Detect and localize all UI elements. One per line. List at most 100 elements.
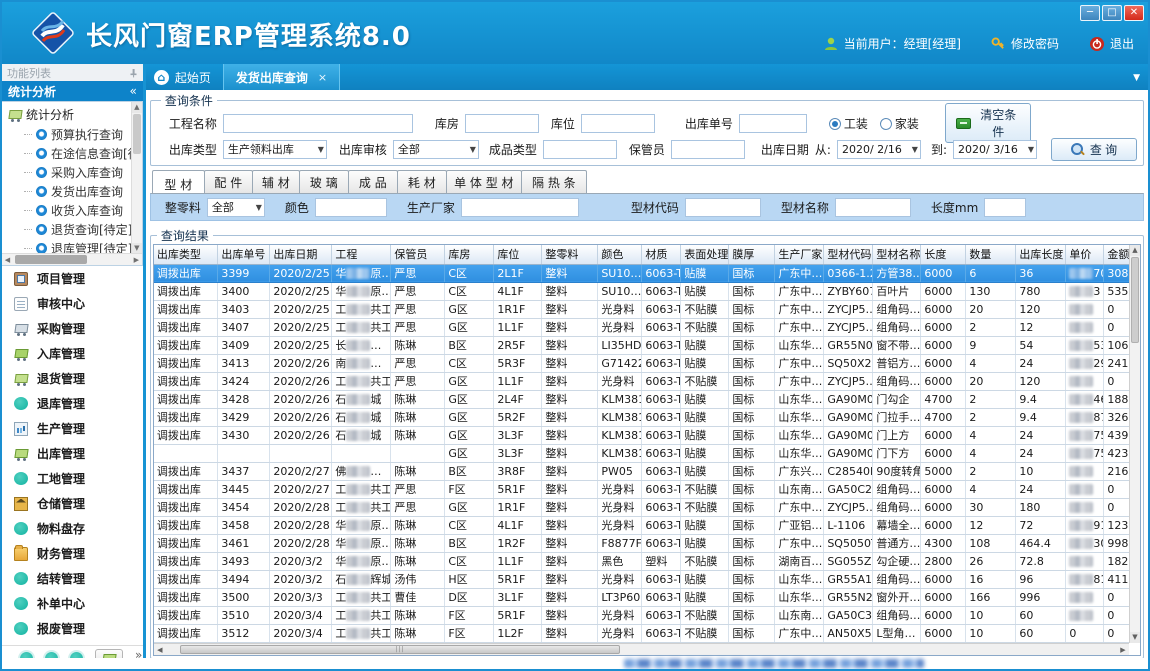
table-row[interactable]: 调拨出库34542020/2/28工共工程严思G区1R1F整料光身料6063-T… xyxy=(154,498,1134,516)
close-button[interactable]: ✕ xyxy=(1124,5,1144,21)
scroll-down-icon[interactable]: ▼ xyxy=(1130,632,1140,643)
material-tab[interactable]: 辅 材 xyxy=(252,170,300,193)
length-input[interactable] xyxy=(984,198,1026,217)
column-header[interactable]: 出库类型 xyxy=(154,245,218,264)
column-header[interactable]: 单价 xyxy=(1066,245,1104,264)
material-tab[interactable]: 成 品 xyxy=(348,170,398,193)
tab-shipping-outbound-query[interactable]: 发货出库查询 × xyxy=(223,64,340,90)
sidebar-item[interactable]: 物料盘存 xyxy=(2,516,143,541)
clear-conditions-button[interactable]: 清空条件 xyxy=(945,103,1031,143)
search-button[interactable]: 查 询 xyxy=(1051,138,1137,161)
tree-item[interactable]: 收货入库查询 xyxy=(2,201,142,220)
column-header[interactable]: 生产厂家 xyxy=(775,245,824,264)
tree-item[interactable]: 发货出库查询 xyxy=(2,182,142,201)
table-row[interactable]: 调拨出库35122020/3/4工共工程陈琳F区1L2F整料光身料6063-T5… xyxy=(154,624,1134,642)
table-row[interactable]: 调拨出库34582020/2/28华原…陈琳C区4L1F整料光身料6063-T5… xyxy=(154,516,1134,534)
whole-piece-select[interactable]: 全部▼ xyxy=(207,198,265,217)
sidebar-item[interactable]: 财务管理 xyxy=(2,541,143,566)
scroll-up-icon[interactable]: ▲ xyxy=(132,102,142,113)
tab-close-icon[interactable]: × xyxy=(318,71,327,84)
table-row[interactable]: 调拨出库34282020/2/26石城陈琳G区2L4F整料KLM38176063… xyxy=(154,390,1134,408)
sidebar-item[interactable]: 退库管理 xyxy=(2,391,143,416)
warehouse-input[interactable] xyxy=(465,114,539,133)
table-row[interactable]: 调拨出库34372020/2/27佛…陈琳B区3R8F整料PW056063-T5… xyxy=(154,462,1134,480)
tab-list-dropdown-icon[interactable]: ▼ xyxy=(1133,73,1140,83)
scroll-left-icon[interactable]: ◀ xyxy=(154,646,166,654)
scroll-left-icon[interactable]: ◀ xyxy=(2,256,13,264)
minimize-button[interactable]: ─ xyxy=(1080,5,1100,21)
sidebar-item[interactable]: 生产管理 xyxy=(2,416,143,441)
grid-vertical-scrollbar[interactable]: ▲ ▼ xyxy=(1129,245,1140,643)
logout-button[interactable]: 退出 xyxy=(1089,35,1134,52)
table-row[interactable]: 调拨出库34032020/2/25工共工程严思G区1R1F整料光身料6063-T… xyxy=(154,300,1134,318)
material-tab[interactable]: 玻 璃 xyxy=(299,170,349,193)
tree-root[interactable]: 统计分析 xyxy=(2,102,142,125)
column-header[interactable]: 工程 xyxy=(332,245,391,264)
material-tab[interactable]: 配 件 xyxy=(204,170,253,193)
keeper-input[interactable] xyxy=(671,140,745,159)
table-row[interactable]: 调拨出库35002020/3/3工共工程曹佳D区3L1F整料LT3P606063… xyxy=(154,588,1134,606)
grid-hscroll-thumb[interactable]: ||| xyxy=(180,645,620,654)
sidebar-item[interactable]: 工地管理 xyxy=(2,466,143,491)
table-row[interactable]: 调拨出库34002020/2/25华原…严思C区4L1F整料SU10…6063-… xyxy=(154,282,1134,300)
color-input[interactable] xyxy=(315,198,387,217)
sidebar-item[interactable]: 入库管理 xyxy=(2,341,143,366)
column-header[interactable]: 表面处理 xyxy=(681,245,729,264)
radio-homewear[interactable]: 家装 xyxy=(880,115,919,132)
table-row[interactable]: 调拨出库34942020/3/2石辉城汤伟H区5R1F整料光身料6063-T5贴… xyxy=(154,570,1134,588)
profile-name-input[interactable] xyxy=(835,198,911,217)
location-input[interactable] xyxy=(581,114,655,133)
material-tab[interactable]: 耗 材 xyxy=(397,170,447,193)
column-header[interactable]: 颜色 xyxy=(598,245,642,264)
table-row[interactable]: 调拨出库34292020/2/26石城陈琳G区5R2F整料KLM38176063… xyxy=(154,408,1134,426)
tree-item[interactable]: 采购入库查询 xyxy=(2,163,142,182)
sidebar-item[interactable]: 采购管理 xyxy=(2,316,143,341)
tab-home[interactable]: ⌂ 起始页 xyxy=(146,64,223,90)
product-type-input[interactable] xyxy=(543,140,617,159)
profile-code-input[interactable] xyxy=(685,198,761,217)
grid-vscroll-thumb[interactable] xyxy=(1131,257,1139,343)
change-password-button[interactable]: 修改密码 xyxy=(991,35,1059,52)
tree-vertical-scrollbar[interactable]: ▲ ▼ xyxy=(131,102,142,254)
sidebar-item[interactable]: 审核中心 xyxy=(2,291,143,316)
column-header[interactable]: 保管员 xyxy=(391,245,445,264)
date-from-picker[interactable]: 2020/ 2/16▼ xyxy=(837,140,921,159)
sidebar-item[interactable]: 退货管理 xyxy=(2,366,143,391)
column-header[interactable]: 出库长度 xyxy=(1016,245,1066,264)
material-tab[interactable]: 单 体 型 材 xyxy=(446,170,522,193)
sidebar-item[interactable]: 结转管理 xyxy=(2,566,143,591)
sidebar-item[interactable]: 仓储管理 xyxy=(2,491,143,516)
column-header[interactable]: 膜厚 xyxy=(729,245,775,264)
outbound-audit-select[interactable]: 全部▼ xyxy=(393,140,479,159)
column-header[interactable]: 整零料 xyxy=(542,245,598,264)
date-to-picker[interactable]: 2020/ 3/16▼ xyxy=(953,140,1037,159)
table-row[interactable]: 调拨出库33992020/2/25华原…严思C区2L1F整料SU10…6063-… xyxy=(154,264,1134,282)
table-row[interactable]: 调拨出库34932020/3/2华原…陈琳C区1L1F整料黑色塑料不贴膜国标湖南… xyxy=(154,552,1134,570)
sidebar-item[interactable]: 报废管理 xyxy=(2,616,143,641)
material-tab[interactable]: 隔 热 条 xyxy=(521,170,587,193)
table-row[interactable]: 调拨出库34132020/2/26南…严思C区5R3F整料G714226063-… xyxy=(154,354,1134,372)
grid-horizontal-scrollbar[interactable]: ◀ ||| ▶ xyxy=(154,643,1129,655)
sidebar-item[interactable]: 项目管理 xyxy=(2,266,143,291)
scroll-right-icon[interactable]: ▶ xyxy=(131,256,142,264)
column-header[interactable]: 材质 xyxy=(642,245,681,264)
maximize-button[interactable]: □ xyxy=(1102,5,1122,21)
sidebar-item[interactable]: 补单中心 xyxy=(2,591,143,616)
table-row[interactable]: 调拨出库34302020/2/26石城陈琳G区3L3F整料KLM38176063… xyxy=(154,426,1134,444)
column-header[interactable]: 库房 xyxy=(445,245,494,264)
tree-item[interactable]: 在途信息查询[待 xyxy=(2,144,142,163)
tree-vscroll-thumb[interactable] xyxy=(133,114,141,154)
scroll-up-icon[interactable]: ▲ xyxy=(1130,245,1140,256)
order-no-input[interactable] xyxy=(739,114,807,133)
column-header[interactable]: 数量 xyxy=(966,245,1016,264)
tree-hscroll-thumb[interactable] xyxy=(15,255,87,264)
tree-item[interactable]: 预算执行查询 xyxy=(2,125,142,144)
manufacturer-input[interactable] xyxy=(461,198,579,217)
column-header[interactable]: 出库单号 xyxy=(218,245,270,264)
tree-item[interactable]: 退货查询[待定] xyxy=(2,220,142,239)
pin-icon[interactable] xyxy=(129,68,138,78)
column-header[interactable]: 长度 xyxy=(921,245,966,264)
material-tab[interactable]: 型 材 xyxy=(152,170,205,193)
table-row[interactable]: 调拨出库34612020/2/28华原…陈琳B区1R2F整料F8877FT606… xyxy=(154,534,1134,552)
sidebar-item[interactable]: 出库管理 xyxy=(2,441,143,466)
